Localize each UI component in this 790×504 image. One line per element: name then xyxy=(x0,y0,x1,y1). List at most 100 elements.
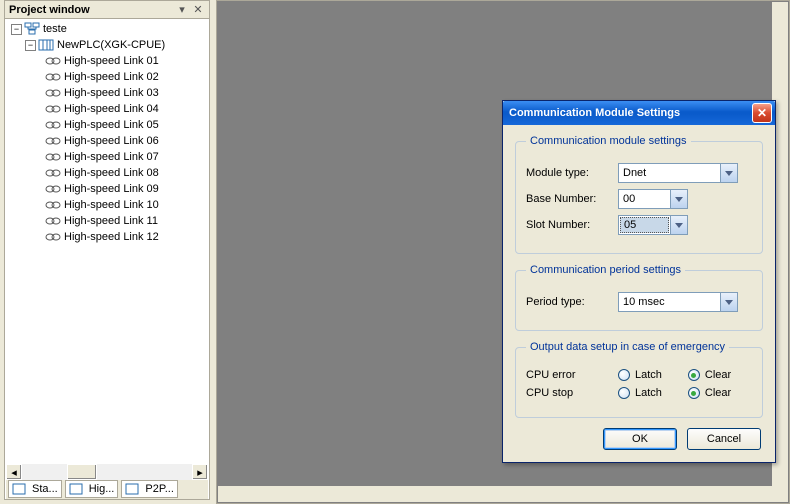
link-icon xyxy=(45,118,61,132)
cpu-stop-label: CPU stop xyxy=(526,387,618,399)
link-icon xyxy=(45,134,61,148)
radio-cpu-stop-latch[interactable]: Latch xyxy=(618,387,662,399)
cancel-button[interactable]: Cancel xyxy=(687,428,761,450)
tree-link-item[interactable]: High-speed Link 07 xyxy=(11,149,209,165)
group-output-emergency: Output data setup in case of emergency C… xyxy=(515,341,763,418)
tree-link-label: High-speed Link 03 xyxy=(64,85,159,101)
group-comm-period: Communication period settings Period typ… xyxy=(515,264,763,331)
plc-icon xyxy=(38,38,54,52)
tree-link-label: High-speed Link 08 xyxy=(64,165,159,181)
link-icon xyxy=(45,198,61,212)
tree-root-label: teste xyxy=(43,21,67,37)
radio-icon xyxy=(688,387,700,399)
scroll-corner xyxy=(772,486,788,502)
scroll-right-button[interactable]: ▸ xyxy=(192,464,208,480)
chevron-down-icon[interactable] xyxy=(720,164,737,182)
expander-icon[interactable]: − xyxy=(25,40,36,51)
main-h-scrollbar[interactable] xyxy=(218,486,772,502)
panel-titlebar: Project window ▾ ✕ xyxy=(5,1,209,19)
tree-link-item[interactable]: High-speed Link 04 xyxy=(11,101,209,117)
tab-standard[interactable]: Sta... xyxy=(8,480,62,498)
radio-cpu-stop-clear[interactable]: Clear xyxy=(688,387,731,399)
panel-title-text: Project window xyxy=(9,1,90,19)
panel-tabs: Sta... Hig... P2P... xyxy=(6,480,208,499)
tree-link-label: High-speed Link 06 xyxy=(64,133,159,149)
module-type-combo[interactable]: Dnet xyxy=(618,163,738,183)
tab-p2p[interactable]: P2P... xyxy=(121,480,178,498)
combo-value: 00 xyxy=(619,190,670,208)
project-tree[interactable]: − teste − NewPLC(XGK-CPUE) High-speed Li… xyxy=(5,19,209,465)
scroll-left-button[interactable]: ◂ xyxy=(6,464,22,480)
slot-number-label: Slot Number: xyxy=(526,219,618,231)
panel-close-button[interactable]: ✕ xyxy=(191,3,205,17)
tree-root[interactable]: − teste xyxy=(11,21,209,37)
panel-menu-button[interactable]: ▾ xyxy=(175,3,189,17)
tree-link-item[interactable]: High-speed Link 10 xyxy=(11,197,209,213)
radio-icon xyxy=(618,369,630,381)
close-icon[interactable]: ✕ xyxy=(752,103,772,123)
scroll-thumb[interactable] xyxy=(67,464,97,480)
tree-link-item[interactable]: High-speed Link 05 xyxy=(11,117,209,133)
tree-link-label: High-speed Link 05 xyxy=(64,117,159,133)
tree-link-item[interactable]: High-speed Link 02 xyxy=(11,69,209,85)
tab-label: Hig... xyxy=(89,483,115,495)
tree-link-item[interactable]: High-speed Link 09 xyxy=(11,181,209,197)
radio-cpu-error-clear[interactable]: Clear xyxy=(688,369,731,381)
link-icon xyxy=(45,182,61,196)
radio-cpu-error-latch[interactable]: Latch xyxy=(618,369,662,381)
link-icon xyxy=(45,150,61,164)
tab-icon xyxy=(12,482,26,496)
cpu-error-label: CPU error xyxy=(526,369,618,381)
tree-link-item[interactable]: High-speed Link 11 xyxy=(11,213,209,229)
dialog-titlebar[interactable]: Communication Module Settings ✕ xyxy=(503,101,775,125)
link-icon xyxy=(45,166,61,180)
module-type-label: Module type: xyxy=(526,167,618,179)
period-type-combo[interactable]: 10 msec xyxy=(618,292,738,312)
group-legend: Communication period settings xyxy=(526,264,685,276)
project-panel: Project window ▾ ✕ − teste − NewPLC(XGK-… xyxy=(4,0,210,500)
link-icon xyxy=(45,230,61,244)
slot-number-combo[interactable]: 05 xyxy=(618,215,688,235)
tab-label: P2P... xyxy=(145,483,174,495)
radio-label: Clear xyxy=(705,369,731,381)
tree-link-label: High-speed Link 09 xyxy=(64,181,159,197)
tab-icon xyxy=(125,482,139,496)
chevron-down-icon[interactable] xyxy=(720,293,737,311)
chevron-down-icon[interactable] xyxy=(670,190,687,208)
combo-value: 10 msec xyxy=(619,293,720,311)
radio-label: Latch xyxy=(635,369,662,381)
combo-value: Dnet xyxy=(619,164,720,182)
tab-highspeed[interactable]: Hig... xyxy=(65,480,119,498)
ok-button[interactable]: OK xyxy=(603,428,677,450)
link-icon xyxy=(45,70,61,84)
tab-label: Sta... xyxy=(32,483,58,495)
dialog-title: Communication Module Settings xyxy=(509,107,752,119)
link-icon xyxy=(45,102,61,116)
tree-link-item[interactable]: High-speed Link 01 xyxy=(11,53,209,69)
button-label: OK xyxy=(632,433,648,445)
radio-label: Clear xyxy=(705,387,731,399)
link-icon xyxy=(45,214,61,228)
tree-link-label: High-speed Link 07 xyxy=(64,149,159,165)
button-label: Cancel xyxy=(707,433,741,445)
combo-value: 05 xyxy=(620,217,669,233)
tree-plc-label: NewPLC(XGK-CPUE) xyxy=(57,37,165,53)
tree-link-label: High-speed Link 04 xyxy=(64,101,159,117)
comm-module-settings-dialog: Communication Module Settings ✕ Communic… xyxy=(502,100,776,463)
base-number-combo[interactable]: 00 xyxy=(618,189,688,209)
tree-link-item[interactable]: High-speed Link 03 xyxy=(11,85,209,101)
tree-link-label: High-speed Link 01 xyxy=(64,53,159,69)
tree-link-item[interactable]: High-speed Link 12 xyxy=(11,229,209,245)
chevron-down-icon[interactable] xyxy=(670,216,687,234)
link-icon xyxy=(45,86,61,100)
tree-link-item[interactable]: High-speed Link 08 xyxy=(11,165,209,181)
tree-h-scrollbar[interactable]: ◂ ▸ xyxy=(6,464,208,480)
group-legend: Communication module settings xyxy=(526,135,691,147)
radio-label: Latch xyxy=(635,387,662,399)
tree-plc[interactable]: − NewPLC(XGK-CPUE) xyxy=(11,37,209,53)
expander-icon[interactable]: − xyxy=(11,24,22,35)
period-type-label: Period type: xyxy=(526,296,618,308)
scroll-track[interactable] xyxy=(22,464,192,480)
tree-link-item[interactable]: High-speed Link 06 xyxy=(11,133,209,149)
tree-link-label: High-speed Link 11 xyxy=(64,213,158,229)
